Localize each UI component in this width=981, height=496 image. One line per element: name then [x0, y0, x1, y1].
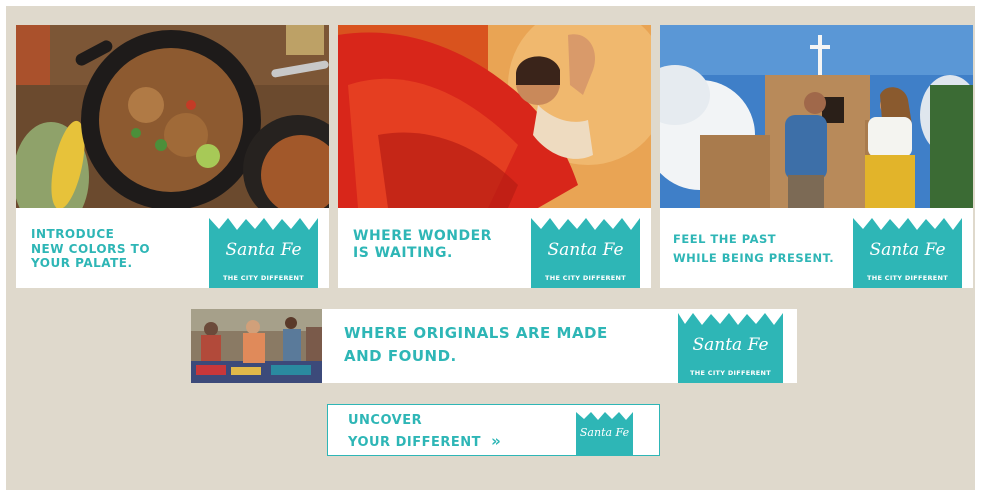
headline-line: WHERE ORIGINALS ARE MADE — [344, 324, 608, 342]
logo-tagline: THE CITY DIFFERENT — [689, 369, 772, 377]
logo-script: Santa Fe — [692, 335, 769, 355]
torn-edge — [209, 216, 318, 230]
headline-text: YOUR DIFFERENT — [348, 434, 482, 450]
dancer-photo — [338, 25, 651, 208]
ad-market[interactable]: WHERE ORIGINALS ARE MADE AND FOUND. Sant… — [191, 309, 797, 383]
headline: UNCOVER YOUR DIFFERENT » — [348, 412, 501, 453]
headline-line: IS WAITING. — [353, 245, 453, 262]
torn-edge — [853, 216, 962, 230]
logo-script: Santa Fe — [225, 240, 302, 260]
food-photo — [16, 25, 329, 208]
mission-photo — [660, 25, 973, 208]
santa-fe-logo[interactable]: Santa Fe THE CITY DIFFERENT — [209, 216, 318, 288]
logo-tagline: THE CITY DIFFERENT — [866, 274, 949, 282]
headline-line: YOUR DIFFERENT » — [348, 431, 501, 453]
torn-edge — [531, 216, 640, 230]
ad-mission[interactable]: FEEL THE PAST WHILE BEING PRESENT. Santa… — [660, 25, 973, 288]
headline-line: INTRODUCE — [31, 227, 115, 241]
torn-edge — [678, 311, 783, 325]
headline-line: AND FOUND. — [344, 346, 457, 365]
ad-food[interactable]: INTRODUCE NEW COLORS TO YOUR PALATE. San… — [16, 25, 329, 288]
headline: INTRODUCE NEW COLORS TO YOUR PALATE. — [31, 227, 150, 271]
headline: WHERE ORIGINALS ARE MADE AND FOUND. — [344, 322, 608, 367]
santa-fe-logo[interactable]: Santa Fe THE CITY DIFFERENT — [531, 216, 640, 288]
logo-script: Santa Fe — [579, 426, 630, 439]
logo-script: Santa Fe — [869, 240, 946, 260]
headline-line: FEEL THE PAST — [673, 232, 777, 246]
chevron-right-icon[interactable]: » — [491, 432, 501, 450]
market-photo — [191, 309, 322, 383]
ad-board: INTRODUCE NEW COLORS TO YOUR PALATE. San… — [6, 6, 975, 490]
headline-line: WHERE WONDER — [353, 228, 492, 244]
ad-uncover[interactable]: UNCOVER YOUR DIFFERENT » Santa Fe — [327, 404, 660, 456]
headline: FEEL THE PAST WHILE BEING PRESENT. — [673, 230, 834, 268]
torn-edge — [576, 410, 633, 420]
santa-fe-logo[interactable]: Santa Fe THE CITY DIFFERENT — [853, 216, 962, 288]
logo-tagline: THE CITY DIFFERENT — [222, 274, 305, 282]
santa-fe-logo[interactable]: Santa Fe THE CITY DIFFERENT — [678, 311, 783, 383]
logo-tagline: THE CITY DIFFERENT — [544, 274, 627, 282]
headline-line: NEW COLORS TO — [31, 241, 151, 256]
ad-dancer[interactable]: WHERE WONDER IS WAITING. Santa Fe THE CI… — [338, 25, 651, 288]
headline-line: UNCOVER — [348, 413, 423, 428]
logo-script: Santa Fe — [547, 240, 624, 260]
santa-fe-logo[interactable]: Santa Fe — [576, 410, 633, 456]
headline-line: YOUR PALATE. — [31, 256, 133, 271]
headline: WHERE WONDER IS WAITING. — [353, 228, 492, 262]
headline-line: WHILE BEING PRESENT. — [673, 250, 835, 265]
